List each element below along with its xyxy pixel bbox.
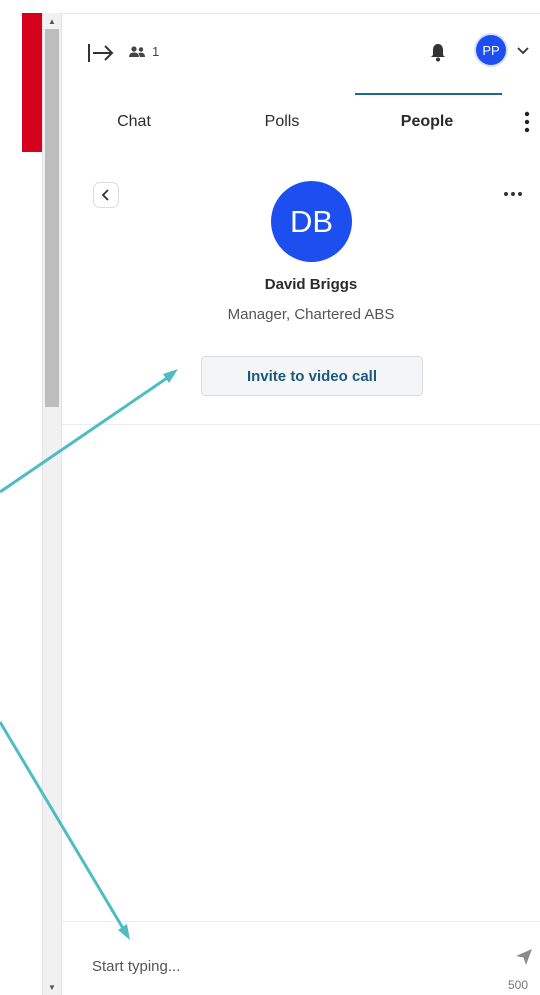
tab-polls[interactable]: Polls — [242, 113, 322, 131]
send-icon[interactable] — [514, 947, 534, 967]
scroll-down-icon[interactable]: ▼ — [43, 979, 61, 995]
divider — [62, 424, 540, 425]
user-avatar[interactable]: PP — [476, 35, 506, 65]
scrollbar[interactable]: ▲ ▼ — [42, 13, 62, 995]
scroll-thumb[interactable] — [45, 29, 59, 407]
character-limit: 500 — [508, 978, 529, 992]
invite-to-video-call-button[interactable]: Invite to video call — [201, 356, 423, 396]
scroll-up-icon[interactable]: ▲ — [43, 13, 61, 29]
divider — [62, 921, 540, 922]
person-name: David Briggs — [264, 276, 358, 293]
tab-people[interactable]: People — [382, 113, 472, 131]
chevron-down-icon[interactable] — [516, 43, 530, 57]
chat-panel: 1 PP Chat Polls People DB David Briggs M… — [62, 13, 540, 995]
more-horizontal-icon[interactable] — [502, 186, 524, 202]
more-vertical-icon[interactable] — [522, 110, 532, 134]
participants-count[interactable]: 1 — [128, 44, 159, 59]
profile-avatar: DB — [271, 181, 352, 262]
tab-chat[interactable]: Chat — [104, 113, 164, 131]
participants-count-text: 1 — [152, 44, 160, 59]
exit-panel-icon[interactable] — [86, 41, 116, 65]
people-icon — [129, 45, 145, 57]
left-margin — [0, 0, 22, 995]
message-input[interactable] — [92, 954, 472, 978]
bell-icon[interactable] — [426, 40, 450, 64]
red-side-tab — [22, 13, 42, 152]
back-button[interactable] — [93, 182, 119, 208]
active-tab-indicator — [355, 93, 502, 95]
person-role: Manager, Chartered ABS — [227, 306, 395, 323]
chevron-left-icon — [101, 189, 109, 201]
